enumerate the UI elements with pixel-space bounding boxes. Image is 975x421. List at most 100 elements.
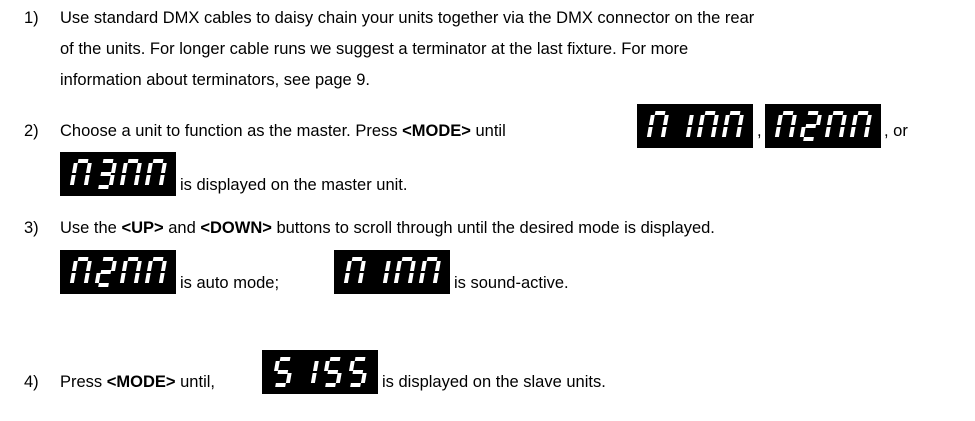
lcd-segment	[83, 175, 90, 185]
lcd-segment	[432, 273, 439, 283]
lcd-segment	[77, 159, 89, 163]
lcd-segment	[77, 257, 89, 261]
step-3-text-e: is sound-active.	[454, 274, 569, 292]
lcd-segment	[127, 257, 139, 261]
lcd-segment	[147, 261, 153, 271]
down-key: <DOWN>	[200, 219, 272, 237]
lcd-segment	[119, 273, 126, 283]
lcd-segment	[724, 115, 730, 125]
lcd-segment	[158, 175, 165, 185]
step-4-text: Press <MODE> until,	[60, 373, 215, 392]
lcd-segment	[803, 137, 814, 141]
lcd-segment	[410, 261, 416, 271]
lcd-segment	[721, 127, 728, 137]
step-3-text-c: buttons to scroll through until the desi…	[271, 219, 715, 237]
lcd-segment	[649, 115, 655, 125]
lcd-segment	[100, 172, 112, 176]
lcd-segment	[83, 273, 90, 283]
manual-page: 1) Use standard DMX cables to daisy chai…	[0, 0, 975, 421]
lcd-segment	[660, 127, 667, 137]
lcd-segment	[329, 357, 341, 361]
lcd-segment	[127, 159, 139, 163]
step-2-separator-1: ,	[757, 122, 762, 140]
step-2-number: 2)	[24, 122, 39, 140]
lcd-segment	[685, 127, 692, 137]
lcd-segment	[133, 273, 140, 283]
step-1-line-3: information about terminators, see page …	[60, 71, 371, 89]
mode-key: <MODE>	[402, 122, 471, 140]
lcd-segment	[136, 163, 142, 173]
lcd-segment	[102, 257, 114, 261]
lcd-segment	[841, 115, 847, 125]
lcd-segment	[86, 163, 92, 173]
lcd-segment	[111, 261, 117, 271]
step-2-separator-2: , or	[884, 122, 908, 140]
step-3-text: Use the <UP> and <DOWN> buttons to scrol…	[60, 219, 715, 238]
mode-key: <MODE>	[106, 373, 176, 391]
lcd-digits	[69, 159, 167, 189]
lcd-segment	[98, 185, 109, 189]
lcd-segment	[357, 273, 364, 283]
lcd-segment	[852, 115, 858, 125]
lcd-segment	[69, 175, 76, 185]
display-s1s5	[262, 350, 378, 394]
lcd-segment	[285, 373, 292, 383]
lcd-segment	[122, 261, 128, 271]
lcd-segment	[435, 261, 441, 271]
step-2-text-b: until	[470, 122, 506, 140]
step-2-text: Choose a unit to function as the master.…	[60, 122, 506, 141]
lcd-digits	[646, 111, 744, 137]
lcd-segment	[161, 261, 167, 271]
lcd-segment	[349, 361, 355, 371]
lcd-segment	[144, 175, 151, 185]
lcd-segment	[98, 283, 109, 287]
lcd-segment	[385, 261, 391, 271]
lcd-segment	[704, 111, 716, 115]
lcd-segment	[108, 175, 115, 185]
lcd-segment	[72, 163, 78, 173]
lcd-segment	[857, 111, 869, 115]
lcd-segment	[144, 273, 151, 283]
lcd-segment	[346, 261, 352, 271]
up-key: <UP>	[121, 219, 164, 237]
lcd-segment	[663, 115, 669, 125]
lcd-segment	[738, 115, 744, 125]
lcd-segment	[849, 127, 856, 137]
lcd-segment	[426, 257, 438, 261]
lcd-segment	[866, 115, 872, 125]
lcd-segment	[418, 273, 425, 283]
lcd-segment	[279, 357, 291, 361]
lcd-segment	[69, 273, 76, 283]
lcd-segment	[354, 357, 366, 361]
lcd-segment	[777, 115, 783, 125]
lcd-digits	[343, 257, 441, 283]
step-4-text-c: is displayed on the slave units.	[382, 373, 606, 391]
lcd-segment	[791, 115, 797, 125]
lcd-segment	[805, 124, 817, 128]
display-m2mm	[765, 104, 881, 148]
lcd-segment	[710, 127, 717, 137]
lcd-segment	[832, 111, 844, 115]
lcd-segment	[696, 127, 703, 137]
lcd-segment	[824, 127, 831, 137]
step-4-text-a: Press	[60, 373, 107, 391]
lcd-segment	[827, 115, 833, 125]
lcd-digits	[274, 357, 367, 387]
lcd-segment	[147, 163, 153, 173]
lcd-segment	[838, 127, 845, 137]
lcd-segment	[350, 383, 361, 387]
lcd-segment	[274, 361, 280, 371]
lcd-segment	[401, 257, 413, 261]
lcd-segment	[327, 370, 339, 374]
lcd-segment	[352, 370, 364, 374]
lcd-segment	[360, 373, 367, 383]
lcd-segment	[100, 270, 112, 274]
lcd-segment	[816, 115, 822, 125]
lcd-segment	[729, 111, 741, 115]
step-3-text-d: is auto mode;	[180, 274, 280, 292]
lcd-segment	[688, 115, 694, 125]
lcd-segment	[799, 127, 806, 137]
lcd-segment	[313, 361, 319, 371]
lcd-segment	[807, 111, 819, 115]
lcd-segment	[360, 261, 366, 271]
